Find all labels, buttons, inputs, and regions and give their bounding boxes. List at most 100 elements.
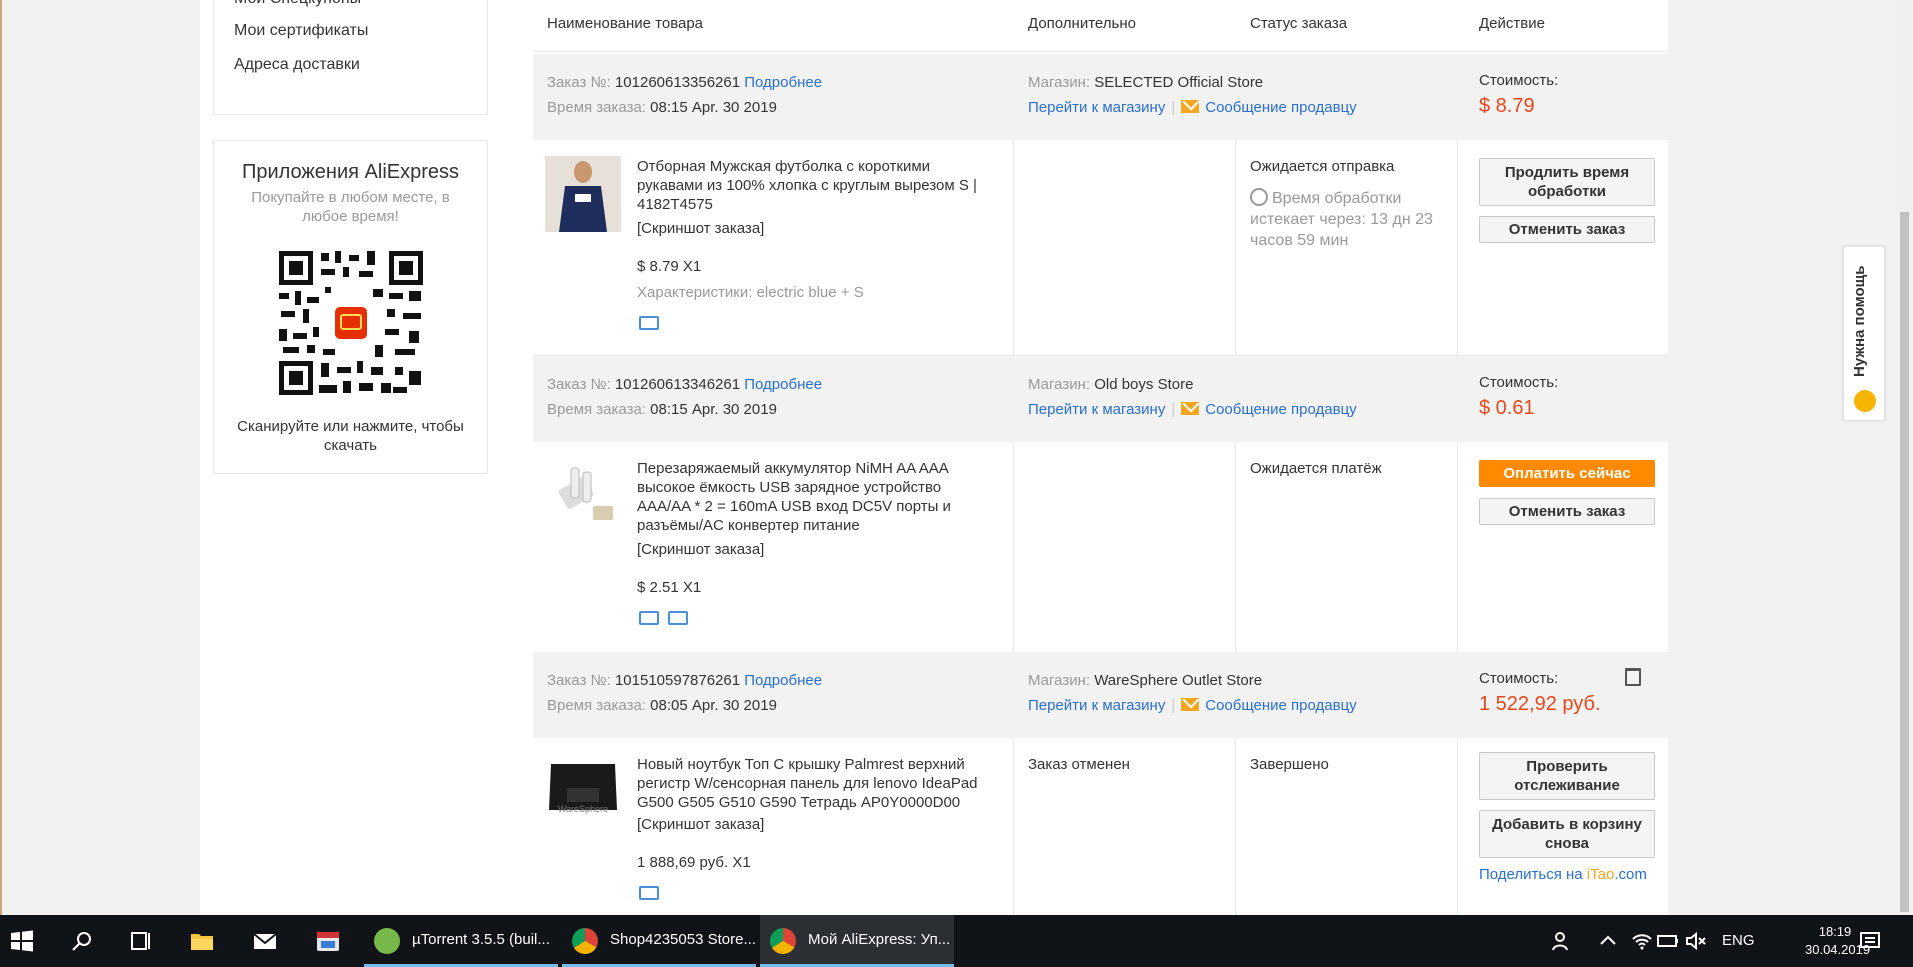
price-quantity: $ 2.51 X1 — [637, 579, 702, 596]
order-number-line: Заказ №: 101260613356261 Подробнее — [547, 74, 823, 91]
calendar-app-icon[interactable] — [316, 929, 340, 953]
task-view-icon[interactable] — [129, 929, 153, 953]
shipping-truck-icon[interactable] — [639, 886, 659, 900]
help-label: Нужна помощь — [1851, 265, 1868, 377]
menu-link-addresses[interactable]: Адреса доставки — [234, 56, 360, 74]
share-itao-link[interactable]: Поделиться на iTao.com — [1479, 866, 1647, 883]
order-screenshot-link[interactable]: [Скриншот заказа] — [637, 220, 764, 237]
vertical-scrollbar[interactable] — [1896, 0, 1913, 915]
cost-label: Стоимость: — [1479, 670, 1559, 687]
col-header-extra: Дополнительно — [1028, 15, 1136, 32]
trash-icon[interactable] — [1625, 668, 1641, 686]
orders-table-header: Наименование товара Дополнительно Статус… — [533, 0, 1668, 52]
search-icon[interactable] — [70, 929, 94, 953]
order-number-line: Заказ №: 101260613346261 Подробнее — [547, 376, 823, 393]
product-thumbnail[interactable] — [545, 754, 621, 830]
extend-processing-button[interactable]: Продлить время обработки — [1479, 158, 1655, 206]
windows-taskbar: µTorrent 3.5.5 (buil... Shop4235053 Stor… — [0, 915, 1913, 967]
system-clock[interactable]: 18:19 30.04.2019 — [1805, 923, 1870, 959]
chrome-icon — [770, 928, 796, 954]
order-body: Отборная Мужская футболка с короткими ру… — [533, 140, 1668, 356]
order-cost: $ 8.79 — [1479, 95, 1535, 117]
order-body: Перезаряжаемый аккумулятор NiMH AA AAA в… — [533, 442, 1668, 656]
cancel-order-button[interactable]: Отменить заказ — [1479, 216, 1655, 243]
order-status: Завершено — [1250, 756, 1329, 773]
wifi-icon[interactable] — [1630, 929, 1654, 953]
order-body: WareSphere Новый ноутбук Топ С крышку Pa… — [533, 738, 1668, 915]
order-status: Ожидается отправка — [1250, 158, 1395, 175]
cancel-order-button[interactable]: Отменить заказ — [1479, 498, 1655, 525]
product-thumbnail[interactable] — [545, 458, 621, 534]
order-header: Заказ №: 101510597876261 Подробнее Время… — [533, 652, 1668, 738]
scrollbar-thumb[interactable] — [1900, 212, 1909, 912]
go-to-store-link[interactable]: Перейти к магазину — [1028, 401, 1165, 418]
message-seller-link[interactable]: Сообщение продавцу — [1205, 99, 1356, 116]
order-screenshot-link[interactable]: [Скриншот заказа] — [637, 816, 764, 833]
order-details-link[interactable]: Подробнее — [744, 74, 822, 91]
store-name: WareSphere Outlet Store — [1094, 672, 1263, 689]
order-details-link[interactable]: Подробнее — [744, 672, 822, 689]
return-icon[interactable] — [668, 611, 688, 625]
app-panel-subtitle: Покупайте в любом месте, в любое время! — [251, 189, 450, 225]
store-name: SELECTED Official Store — [1094, 74, 1264, 91]
taskbar-app-chrome-shop[interactable]: Shop4235053 Store... — [562, 915, 756, 967]
order-time-line: Время заказа: 08:15 Apr. 30 2019 — [547, 401, 777, 418]
app-panel-title: Приложения AliExpress — [241, 161, 460, 183]
chevron-up-icon[interactable] — [1596, 929, 1620, 953]
message-seller-link[interactable]: Сообщение продавцу — [1205, 401, 1356, 418]
store-line: Магазин: Old boys Store — [1028, 376, 1194, 393]
order-time-line: Время заказа: 08:05 Apr. 30 2019 — [547, 697, 777, 714]
col-header-product: Наименование товара — [547, 15, 704, 32]
product-thumbnail[interactable] — [545, 156, 621, 232]
taskbar-app-chrome-aliexpress[interactable]: Мой AliExpress: Уп... — [760, 915, 954, 967]
windows-start-icon[interactable] — [10, 929, 34, 953]
mobile-app-panel: Приложения AliExpress Покупайте в любом … — [213, 140, 488, 474]
add-to-cart-again-button[interactable]: Добавить в корзину снова — [1479, 810, 1655, 858]
clock-time: 18:19 — [1818, 924, 1852, 939]
go-to-store-link[interactable]: Перейти к магазину — [1028, 99, 1165, 116]
order-header: Заказ №: 101260613346261 Подробнее Время… — [533, 356, 1668, 442]
product-title[interactable]: Перезаряжаемый аккумулятор NiMH AA AAA в… — [637, 459, 997, 535]
people-icon[interactable] — [1551, 929, 1575, 953]
thumbnail-brand: WareSphere — [557, 804, 609, 814]
input-language[interactable]: ENG — [1722, 915, 1755, 967]
message-seller-link[interactable]: Сообщение продавцу — [1205, 697, 1356, 714]
store-actions: Перейти к магазину | Сообщение продавцу — [1028, 697, 1357, 714]
mail-icon — [1181, 402, 1200, 415]
order-details-link[interactable]: Подробнее — [744, 376, 822, 393]
store-name: Old boys Store — [1094, 376, 1194, 393]
store-actions: Перейти к магазину | Сообщение продавцу — [1028, 401, 1357, 418]
product-title[interactable]: Новый ноутбук Топ С крышку Palmrest верх… — [637, 755, 997, 812]
product-title[interactable]: Отборная Мужская футболка с короткими ру… — [637, 157, 997, 214]
shipping-truck-icon[interactable] — [639, 316, 659, 330]
help-widget[interactable]: Нужна помощь — [1843, 246, 1885, 421]
volume-muted-icon[interactable] — [1684, 929, 1708, 953]
check-tracking-button[interactable]: Проверить отслеживание — [1479, 752, 1655, 800]
store-line: Магазин: SELECTED Official Store — [1028, 74, 1264, 91]
file-explorer-icon[interactable] — [190, 929, 214, 953]
taskbar-app-utorrent[interactable]: µTorrent 3.5.5 (buil... — [364, 915, 558, 967]
mail-icon — [1181, 698, 1200, 711]
order-time-line: Время заказа: 08:15 Apr. 30 2019 — [547, 99, 777, 116]
order-number-line: Заказ №: 101510597876261 Подробнее — [547, 672, 823, 689]
order-extra-note: Заказ отменен — [1028, 756, 1130, 773]
order-status: Ожидается платёж — [1250, 460, 1382, 477]
notifications-icon[interactable] — [1858, 929, 1882, 953]
app-scan-text: Сканируйте или нажмите, чтобы скачать — [237, 418, 464, 454]
pay-now-button[interactable]: Оплатить сейчас — [1479, 460, 1655, 487]
menu-link-coupons[interactable]: Мои Спецкупоны — [234, 0, 361, 8]
order-screenshot-link[interactable]: [Скриншот заказа] — [637, 541, 764, 558]
mail-app-icon[interactable] — [253, 929, 277, 953]
price-quantity: $ 8.79 X1 — [637, 258, 702, 275]
store-line: Магазин: WareSphere Outlet Store — [1028, 672, 1263, 689]
mail-icon — [1181, 100, 1200, 113]
battery-icon[interactable] — [1656, 929, 1680, 953]
utorrent-icon — [374, 928, 400, 954]
qr-code-icon[interactable] — [277, 249, 425, 397]
go-to-store-link[interactable]: Перейти к магазину — [1028, 697, 1165, 714]
menu-link-certificates[interactable]: Мои сертификаты — [234, 22, 368, 40]
order-time: 08:15 Apr. 30 2019 — [650, 401, 777, 418]
shipping-truck-icon[interactable] — [639, 611, 659, 625]
chrome-icon — [572, 928, 598, 954]
clock-icon — [1250, 188, 1268, 206]
